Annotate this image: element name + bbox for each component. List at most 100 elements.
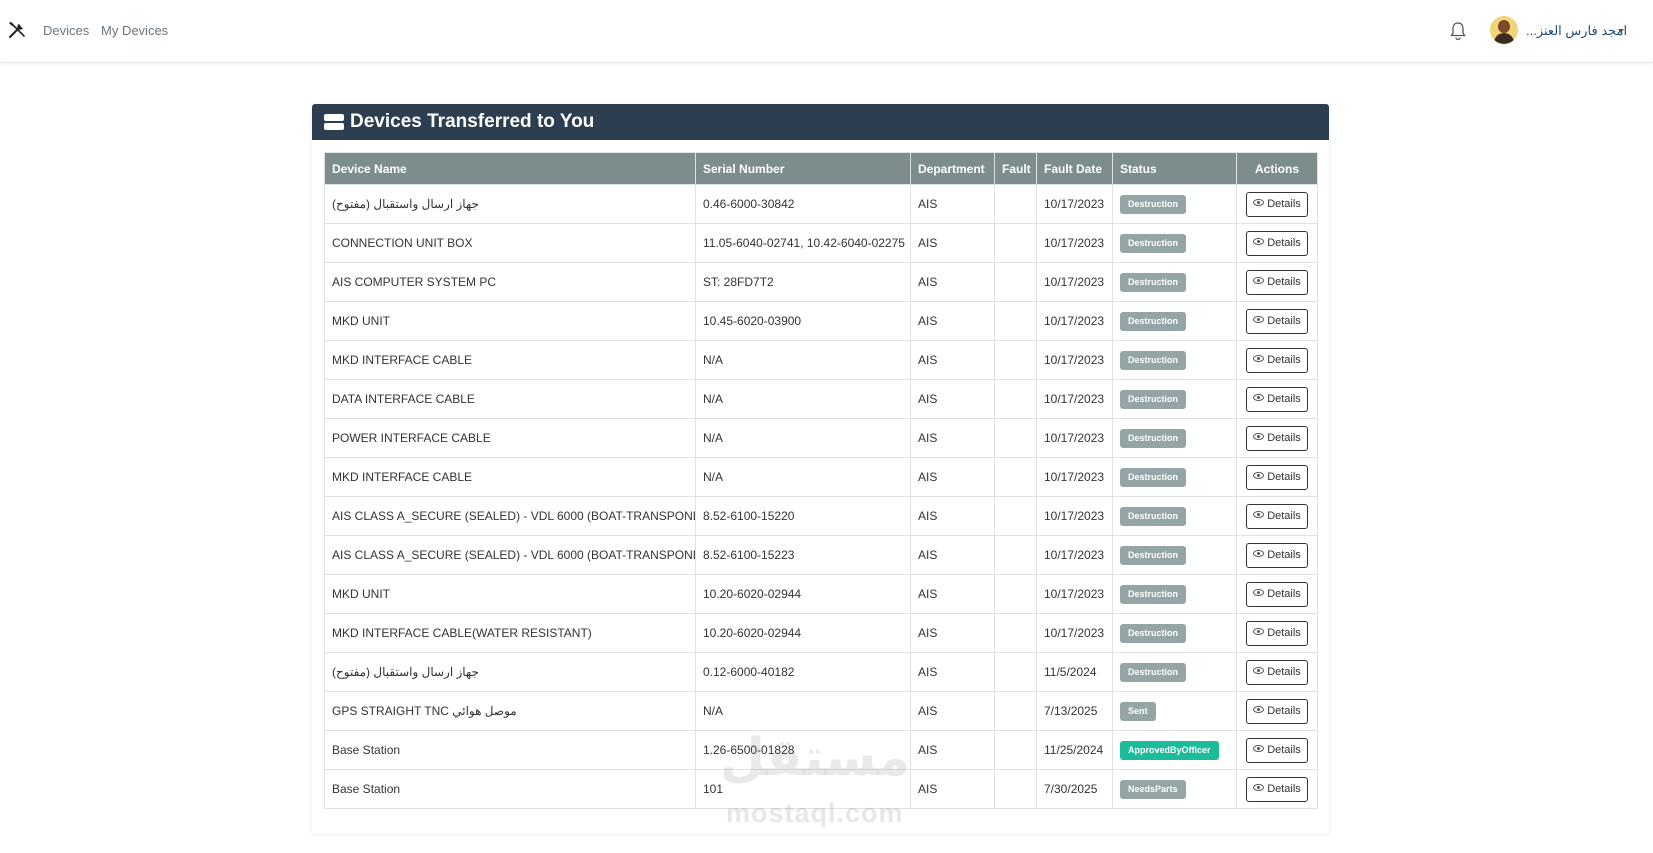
avatar bbox=[1490, 16, 1518, 44]
details-button[interactable]: Details bbox=[1246, 308, 1308, 334]
eye-icon bbox=[1253, 784, 1265, 792]
serial-number-cell: 10.20-6020-02944 bbox=[695, 574, 911, 614]
details-button-label: Details bbox=[1267, 704, 1301, 717]
eye-icon bbox=[1253, 433, 1265, 441]
details-button[interactable]: Details bbox=[1246, 737, 1308, 763]
nav-my-devices-link[interactable]: My Devices bbox=[101, 23, 168, 38]
eye-icon bbox=[1253, 706, 1265, 714]
user-menu[interactable]: امجد فارس العنز... bbox=[1490, 16, 1630, 46]
serial-number-cell: 8.52-6100-15223 bbox=[695, 535, 911, 575]
department-cell: AIS bbox=[910, 418, 995, 458]
details-button-label: Details bbox=[1267, 392, 1301, 405]
eye-icon bbox=[1253, 355, 1265, 363]
card-header: Devices Transferred to You bbox=[312, 104, 1329, 140]
details-button[interactable]: Details bbox=[1246, 269, 1308, 295]
details-button[interactable]: Details bbox=[1246, 191, 1308, 217]
details-button[interactable]: Details bbox=[1246, 347, 1308, 373]
actions-cell: Details bbox=[1236, 574, 1318, 614]
bell-icon[interactable] bbox=[1449, 21, 1467, 41]
details-button[interactable]: Details bbox=[1246, 464, 1308, 490]
actions-cell: Details bbox=[1236, 457, 1318, 497]
status-badge: Destruction bbox=[1120, 584, 1187, 604]
details-button-label: Details bbox=[1267, 548, 1301, 561]
device-name-cell: POWER INTERFACE CABLE bbox=[324, 418, 696, 458]
status-cell: Destruction bbox=[1112, 223, 1237, 263]
fault-date-cell: 10/17/2023 bbox=[1036, 340, 1113, 380]
fault-cell bbox=[994, 769, 1037, 809]
status-badge: Destruction bbox=[1120, 272, 1187, 292]
serial-number-cell: N/A bbox=[695, 340, 911, 380]
device-name-cell: AIS CLASS A_SECURE (SEALED) - VDL 6000 (… bbox=[324, 535, 696, 575]
serial-number-cell: 0.12-6000-40182 bbox=[695, 652, 911, 692]
table-row: CONNECTION UNIT BOX 11.05-6040-02741, 10.… bbox=[324, 223, 1318, 263]
status-cell: Destruction bbox=[1112, 418, 1237, 458]
serial-number-cell: N/A bbox=[695, 379, 911, 419]
details-button[interactable]: Details bbox=[1246, 620, 1308, 646]
status-cell: Destruction bbox=[1112, 496, 1237, 536]
details-button-label: Details bbox=[1267, 236, 1301, 249]
eye-icon bbox=[1253, 238, 1265, 246]
fault-date-cell: 10/17/2023 bbox=[1036, 262, 1113, 302]
actions-cell: Details bbox=[1236, 301, 1318, 341]
details-button[interactable]: Details bbox=[1246, 386, 1308, 412]
device-name-cell: MKD UNIT bbox=[324, 301, 696, 341]
device-name-cell: MKD INTERFACE CABLE bbox=[324, 340, 696, 380]
fault-cell bbox=[994, 262, 1037, 302]
fault-date-cell: 10/17/2023 bbox=[1036, 535, 1113, 575]
status-badge: ApprovedByOfficer bbox=[1120, 740, 1219, 760]
table-row: MKD UNIT 10.45-6020-03900 AIS 10/17/2023 Des… bbox=[324, 301, 1318, 341]
eye-icon bbox=[1253, 277, 1265, 285]
details-button[interactable]: Details bbox=[1246, 659, 1308, 685]
eye-icon bbox=[1253, 472, 1265, 480]
fault-cell bbox=[994, 301, 1037, 341]
serial-number-cell: 10.20-6020-02944 bbox=[695, 613, 911, 653]
table-row: AIS CLASS A_SECURE (SEALED) - VDL 6000 (… bbox=[324, 496, 1318, 536]
details-button[interactable]: Details bbox=[1246, 776, 1308, 802]
status-badge: Destruction bbox=[1120, 389, 1187, 409]
device-name-cell: CONNECTION UNIT BOX bbox=[324, 223, 696, 263]
actions-cell: Details bbox=[1236, 691, 1318, 731]
nav-devices-link[interactable]: Devices bbox=[43, 23, 89, 38]
department-cell: AIS bbox=[910, 691, 995, 731]
user-name: امجد فارس العنز... bbox=[1526, 23, 1628, 38]
device-name-cell: جهاز ارسال واستقبال (مفتوح) bbox=[324, 652, 696, 692]
tools-icon[interactable] bbox=[8, 21, 26, 39]
actions-cell: Details bbox=[1236, 223, 1318, 263]
details-button[interactable]: Details bbox=[1246, 581, 1308, 607]
fault-date-cell: 10/17/2023 bbox=[1036, 301, 1113, 341]
device-name-cell: MKD INTERFACE CABLE(WATER RESISTANT) bbox=[324, 613, 696, 653]
fault-date-cell: 11/5/2024 bbox=[1036, 652, 1113, 692]
table-row: GPS STRAIGHT TNC موصل هوائي N/A AIS 7/13/20… bbox=[324, 691, 1318, 731]
status-cell: Sent bbox=[1112, 691, 1237, 731]
table-row: POWER INTERFACE CABLE N/A AIS 10/17/2023 Des… bbox=[324, 418, 1318, 458]
fault-cell bbox=[994, 652, 1037, 692]
status-cell: Destruction bbox=[1112, 301, 1237, 341]
fault-date-cell: 10/17/2023 bbox=[1036, 418, 1113, 458]
actions-cell: Details bbox=[1236, 613, 1318, 653]
table-row: Base Station 1.26-6500-01828 AIS 11/25/2024… bbox=[324, 730, 1318, 770]
details-button[interactable]: Details bbox=[1246, 698, 1308, 724]
status-badge: Sent bbox=[1120, 701, 1156, 721]
details-button[interactable]: Details bbox=[1246, 503, 1308, 529]
details-button[interactable]: Details bbox=[1246, 230, 1308, 256]
fault-cell bbox=[994, 184, 1037, 224]
department-cell: AIS bbox=[910, 730, 995, 770]
table-row: AIS COMPUTER SYSTEM PC ST: 28FD7T2 AIS 10/1… bbox=[324, 262, 1318, 302]
device-name-cell: MKD INTERFACE CABLE bbox=[324, 457, 696, 497]
table-row: Base Station 101 AIS 7/30/2025 NeedsParts Det… bbox=[324, 769, 1318, 809]
page-title: Devices Transferred to You bbox=[350, 111, 595, 132]
eye-icon bbox=[1253, 628, 1265, 636]
fault-date-cell: 10/17/2023 bbox=[1036, 496, 1113, 536]
eye-icon bbox=[1253, 667, 1265, 675]
status-cell: Destruction bbox=[1112, 535, 1237, 575]
actions-cell: Details bbox=[1236, 535, 1318, 575]
status-badge: Destruction bbox=[1120, 311, 1187, 331]
fault-date-cell: 10/17/2023 bbox=[1036, 379, 1113, 419]
details-button-label: Details bbox=[1267, 743, 1301, 756]
details-button-label: Details bbox=[1267, 431, 1301, 444]
details-button[interactable]: Details bbox=[1246, 425, 1308, 451]
table-row: DATA INTERFACE CABLE N/A AIS 10/17/2023 Dest… bbox=[324, 379, 1318, 419]
details-button[interactable]: Details bbox=[1246, 542, 1308, 568]
column-header-serial-number: Serial Number bbox=[695, 152, 911, 185]
serial-number-cell: N/A bbox=[695, 418, 911, 458]
